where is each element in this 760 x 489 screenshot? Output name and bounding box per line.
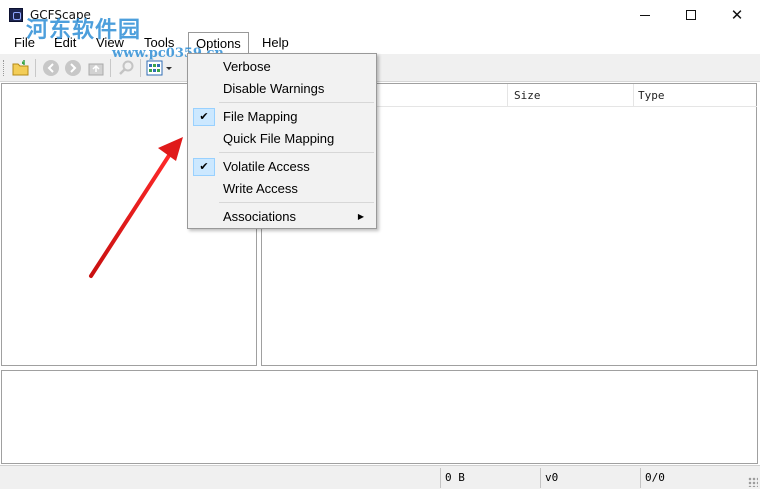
maximize-icon: [686, 10, 696, 20]
column-header-type[interactable]: Type: [633, 84, 757, 107]
toolbar-separator: [110, 59, 111, 77]
menu-item-volatile-access[interactable]: ✔ Volatile Access: [190, 156, 374, 178]
watermark-logo: 河东软件园: [26, 17, 142, 43]
up-folder-icon[interactable]: [87, 59, 105, 77]
menu-item-label: Volatile Access: [223, 159, 310, 174]
maximize-button[interactable]: [668, 0, 714, 30]
menu-help[interactable]: Help: [255, 32, 296, 54]
resize-grip[interactable]: [748, 477, 758, 487]
view-mode-icon[interactable]: [146, 59, 174, 77]
checkmark-icon: ✔: [193, 158, 215, 176]
console-log-pane[interactable]: [1, 370, 758, 464]
menu-separator: [219, 202, 374, 203]
menu-separator: [219, 152, 374, 153]
toolbar-grip[interactable]: [3, 60, 5, 76]
back-icon[interactable]: [42, 59, 60, 77]
menu-item-label: Disable Warnings: [223, 81, 325, 96]
menu-item-associations[interactable]: Associations ▶: [190, 206, 374, 228]
status-main: [0, 468, 440, 488]
menu-item-verbose[interactable]: Verbose: [190, 56, 374, 78]
menu-item-label: Verbose: [223, 59, 271, 74]
open-folder-icon[interactable]: [12, 59, 30, 77]
status-bar: 0 B v0 0/0: [0, 465, 760, 489]
menu-item-label: Associations: [223, 209, 296, 224]
menu-item-label: File Mapping: [223, 109, 298, 124]
submenu-arrow-icon: ▶: [357, 212, 364, 221]
minimize-icon: [640, 14, 650, 16]
forward-icon[interactable]: [64, 59, 82, 77]
find-icon[interactable]: [117, 59, 135, 77]
status-size: 0 B: [440, 468, 540, 488]
menu-item-disable-warnings[interactable]: Disable Warnings: [190, 78, 374, 100]
menu-separator: [219, 102, 374, 103]
menu-item-write-access[interactable]: Write Access: [190, 178, 374, 200]
close-icon: ✕: [730, 5, 744, 24]
options-dropdown-menu: Verbose Disable Warnings ✔ File Mapping …: [187, 53, 377, 229]
toolbar-separator: [35, 59, 36, 77]
menu-item-label: Write Access: [223, 181, 298, 196]
status-version: v0: [540, 468, 640, 488]
menu-item-file-mapping[interactable]: ✔ File Mapping: [190, 106, 374, 128]
checkmark-icon: ✔: [193, 108, 215, 126]
minimize-button[interactable]: [622, 0, 668, 30]
status-count: 0/0: [640, 468, 750, 488]
column-header-size[interactable]: Size: [507, 84, 633, 107]
toolbar-separator: [140, 59, 141, 77]
menu-item-label: Quick File Mapping: [223, 131, 335, 146]
app-icon: [9, 8, 23, 22]
menu-item-quick-file-mapping[interactable]: Quick File Mapping: [190, 128, 374, 150]
close-button[interactable]: ✕: [714, 0, 760, 30]
